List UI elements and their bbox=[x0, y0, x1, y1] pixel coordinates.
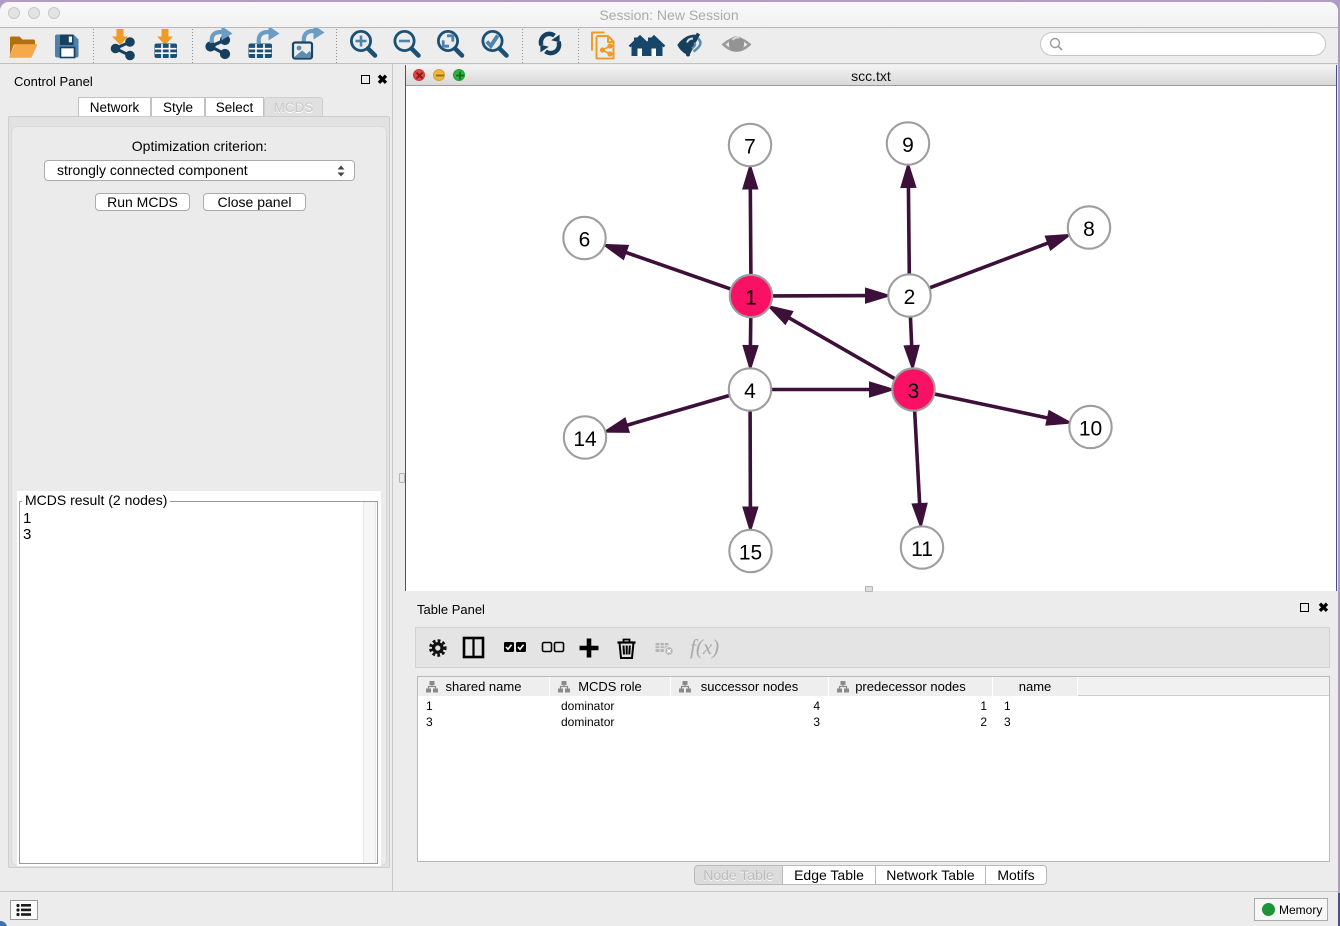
svg-text:2: 2 bbox=[904, 286, 916, 309]
svg-text:4: 4 bbox=[744, 380, 756, 403]
svg-text:7: 7 bbox=[744, 135, 756, 158]
svg-text:14: 14 bbox=[573, 428, 597, 451]
svg-text:f(x): f(x) bbox=[690, 635, 719, 659]
svg-text:10: 10 bbox=[1079, 417, 1102, 440]
svg-text:3: 3 bbox=[908, 380, 920, 403]
svg-text:15: 15 bbox=[739, 541, 762, 564]
svg-text:8: 8 bbox=[1083, 218, 1095, 241]
svg-text:1: 1 bbox=[745, 286, 757, 309]
svg-text:6: 6 bbox=[579, 228, 591, 251]
svg-text:9: 9 bbox=[902, 134, 914, 157]
svg-text:11: 11 bbox=[911, 538, 933, 561]
